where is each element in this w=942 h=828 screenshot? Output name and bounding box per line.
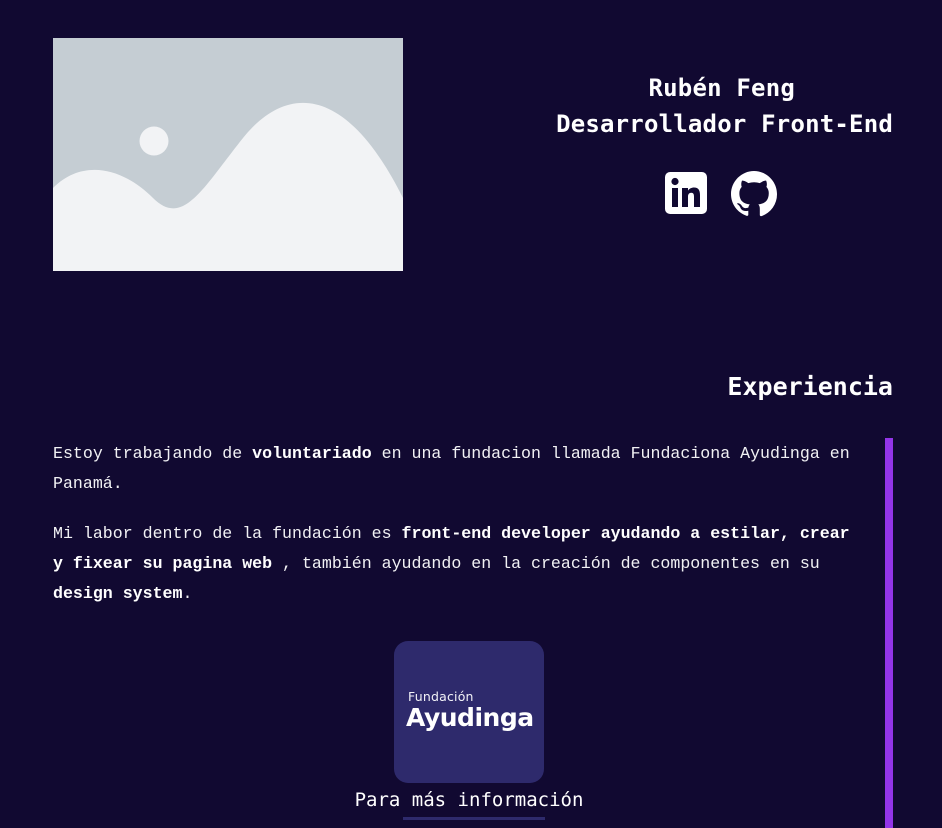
experience-title: Experiencia xyxy=(727,372,893,401)
text-segment: Estoy trabajando de xyxy=(53,444,253,463)
profile-name: Rubén Feng xyxy=(648,74,795,102)
text-segment: Mi labor dentro de la fundación es xyxy=(53,524,402,543)
highlight-volunteering: voluntariado xyxy=(252,444,372,463)
highlight-design-system: design system xyxy=(53,584,183,603)
linkedin-icon xyxy=(665,172,707,214)
profile-role: Desarrollador Front-End xyxy=(556,110,893,138)
text-segment: . xyxy=(182,584,193,603)
ayudinga-logo[interactable]: Fundación Ayudinga xyxy=(394,641,544,783)
accent-bar xyxy=(885,438,893,828)
experience-paragraph-1: Estoy trabajando de voluntariado en una … xyxy=(53,439,858,499)
github-link[interactable] xyxy=(730,170,778,217)
logo-big-text: Ayudinga xyxy=(406,703,534,732)
more-info-text: Para más información xyxy=(354,789,584,811)
github-icon xyxy=(731,171,778,217)
text-segment: , también ayudando en la creación de com… xyxy=(272,554,820,573)
linkedin-link[interactable] xyxy=(663,170,709,216)
social-links xyxy=(663,170,778,217)
experience-paragraph-2: Mi labor dentro de la fundación es front… xyxy=(53,519,858,609)
hero-image-placeholder xyxy=(53,38,403,271)
logo-small-text: Fundación xyxy=(408,689,474,704)
experience-content: Estoy trabajando de voluntariado en una … xyxy=(53,439,858,629)
profile-header: Rubén Feng Desarrollador Front-End xyxy=(513,70,893,142)
